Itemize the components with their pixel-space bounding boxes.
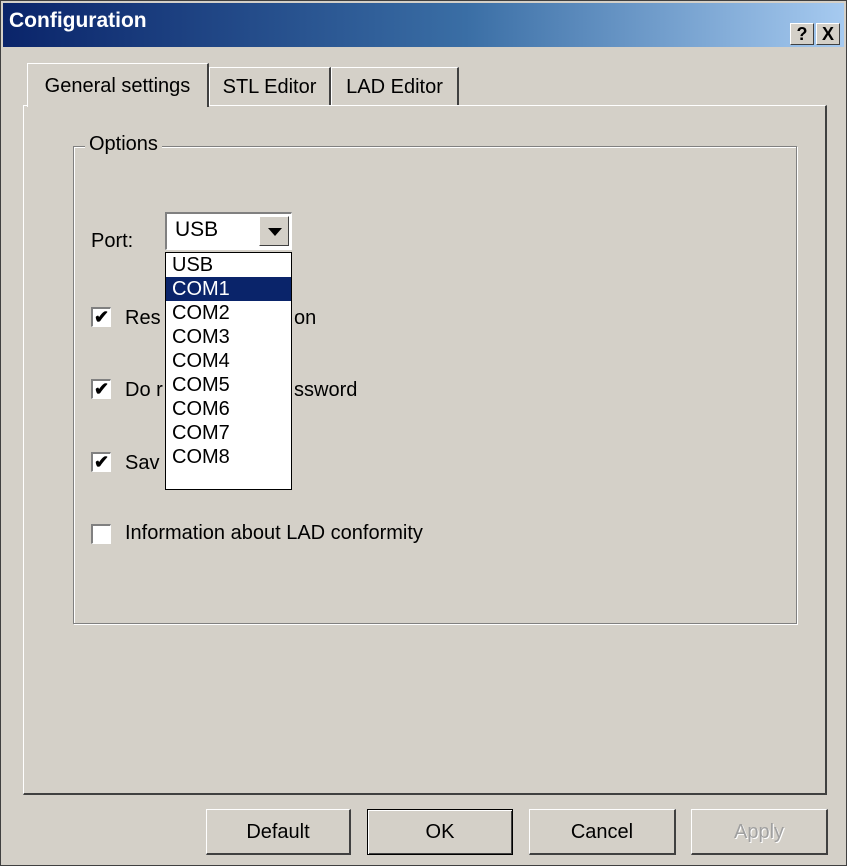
checkbox-option-3[interactable]: ✔ — [91, 452, 111, 472]
chevron-down-icon — [268, 228, 282, 236]
checkbox-option-2[interactable]: ✔ — [91, 379, 111, 399]
port-dropdown-list: USB COM1 COM2 COM3 COM4 COM5 COM6 COM7 C… — [165, 252, 292, 490]
checkbox-lad-conformity-label: Information about LAD conformity — [125, 522, 423, 544]
default-button[interactable]: Default — [206, 809, 351, 855]
port-option-com8[interactable]: COM8 — [166, 445, 291, 469]
port-combobox-value: USB — [175, 218, 219, 241]
port-option-com2[interactable]: COM2 — [166, 301, 291, 325]
configuration-dialog: Configuration ? X General settings STL E… — [0, 0, 847, 866]
port-label: Port: — [91, 230, 134, 252]
help-button[interactable]: ? — [790, 23, 814, 45]
tab-general-settings[interactable]: General settings — [27, 63, 209, 107]
cancel-button[interactable]: Cancel — [529, 809, 676, 855]
checkbox-option-3-label-start: Sav — [125, 452, 160, 474]
checkbox-lad-conformity[interactable] — [91, 524, 111, 544]
tab-stl-editor[interactable]: STL Editor — [209, 67, 331, 105]
options-group-label: Options — [85, 133, 162, 156]
port-combobox[interactable]: USB — [165, 212, 292, 250]
window-title: Configuration — [9, 9, 147, 32]
checkbox-option-2-label-end: ssword — [294, 379, 358, 401]
port-option-com7[interactable]: COM7 — [166, 421, 291, 445]
title-bar[interactable]: Configuration ? X — [3, 3, 844, 47]
apply-button[interactable]: Apply — [691, 809, 828, 855]
close-button[interactable]: X — [816, 23, 840, 45]
ok-button[interactable]: OK — [367, 809, 513, 855]
port-option-com6[interactable]: COM6 — [166, 397, 291, 421]
tab-lad-editor[interactable]: LAD Editor — [331, 67, 459, 105]
checkbox-option-1-label-start: Res — [125, 307, 161, 329]
checkbox-option-1[interactable]: ✔ — [91, 307, 111, 327]
port-option-com1[interactable]: COM1 — [166, 277, 291, 301]
port-option-com4[interactable]: COM4 — [166, 349, 291, 373]
port-dropdown-button[interactable] — [259, 216, 289, 246]
port-option-com3[interactable]: COM3 — [166, 325, 291, 349]
checkbox-option-2-label-start: Do r — [125, 379, 163, 401]
port-option-usb[interactable]: USB — [166, 253, 291, 277]
port-option-com5[interactable]: COM5 — [166, 373, 291, 397]
checkbox-option-1-label-end: on — [294, 307, 317, 329]
